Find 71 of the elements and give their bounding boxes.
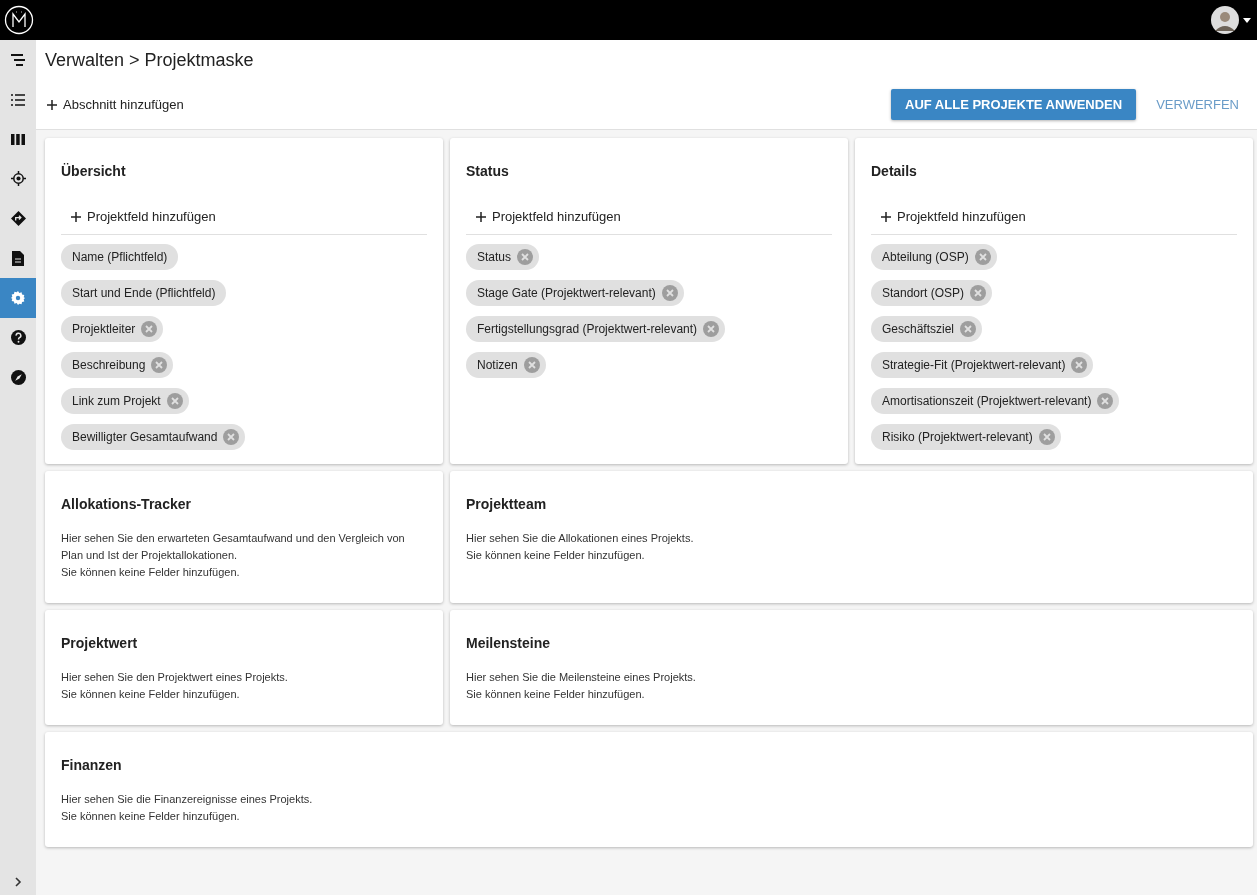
logo-icon[interactable]	[4, 5, 34, 35]
remove-icon[interactable]	[166, 393, 183, 409]
remove-icon[interactable]	[970, 285, 987, 301]
remove-icon[interactable]	[151, 357, 168, 373]
plus-icon	[476, 211, 486, 222]
remove-icon[interactable]	[141, 321, 158, 337]
chip-label: Standort (OSP)	[882, 286, 965, 300]
chevron-right-icon[interactable]	[14, 877, 22, 887]
section-description: Hier sehen Sie den erwarteten Gesamtaufwand und den Vergleich von Plan und Ist der Projektallokationen.	[61, 531, 406, 563]
section-description: Sie können keine Felder hinzufügen.	[466, 548, 646, 563]
avatar-icon[interactable]	[1211, 6, 1239, 34]
chip-label: Strategie-Fit (Projektwert-relevant)	[882, 358, 1066, 372]
settings-icon	[11, 290, 25, 305]
page-title: Verwalten > Projektmaske	[45, 49, 255, 72]
section-title: Projektteam	[466, 495, 548, 514]
list-icon	[11, 93, 25, 106]
plus-icon	[71, 211, 81, 222]
remove-icon[interactable]	[223, 429, 240, 445]
section-description: Hier sehen Sie die Meilensteine eines Projekts.	[466, 670, 697, 685]
section-title: Status	[466, 162, 510, 181]
compass-icon	[10, 369, 26, 385]
remove-icon[interactable]	[703, 321, 720, 337]
remove-icon[interactable]	[1071, 357, 1088, 373]
add-field-button[interactable]: Projektfeld hinzufügen	[871, 197, 1237, 235]
chip-label: Stage Gate (Projektwert-relevant)	[477, 286, 656, 300]
add-field-button[interactable]: Projektfeld hinzufügen	[61, 197, 427, 235]
chip-label: Amortisationszeit (Projektwert-relevant)	[882, 394, 1092, 408]
chip-label: Beschreibung	[72, 358, 146, 372]
section-description: Hier sehen Sie die Allokationen eines Projekts.	[466, 531, 695, 546]
section-title: Übersicht	[61, 162, 127, 181]
chip-label: Fertigstellungsgrad (Projektwert-relevant)	[477, 322, 698, 336]
caret-icon[interactable]	[1243, 17, 1251, 23]
chip-label: Risiko (Projektwert-relevant)	[882, 430, 1033, 444]
add-field-button[interactable]: Projektfeld hinzufügen	[466, 197, 832, 235]
target-icon	[10, 171, 26, 187]
remove-icon[interactable]	[960, 321, 977, 337]
chip-label: Abteilung (OSP)	[882, 250, 969, 264]
remove-icon[interactable]	[517, 249, 534, 265]
remove-icon[interactable]	[661, 285, 678, 301]
chip-label: Link zum Projekt	[72, 394, 161, 408]
document-icon	[12, 250, 24, 266]
remove-icon[interactable]	[1038, 429, 1055, 445]
help-icon	[10, 330, 26, 346]
section-title: Finanzen	[61, 756, 123, 775]
section-description: Sie können keine Felder hinzufügen.	[466, 687, 646, 702]
menu-icon	[11, 53, 25, 66]
section-description: Sie können keine Felder hinzufügen.	[61, 565, 241, 580]
chip-label: Bewilligter Gesamtaufwand	[72, 430, 218, 444]
section-description: Hier sehen Sie die Finanzereignisse eines Projekts.	[61, 792, 314, 807]
remove-icon[interactable]	[523, 357, 540, 373]
section-title: Meilensteine	[466, 634, 552, 653]
section-description: Sie können keine Felder hinzufügen.	[61, 809, 241, 824]
chip-label: Notizen	[477, 358, 518, 372]
columns-icon	[11, 133, 25, 145]
section-title: Details	[871, 162, 918, 181]
remove-icon[interactable]	[1097, 393, 1114, 409]
plus-icon	[47, 99, 57, 110]
chip-label: Start und Ende (Pflichtfeld)	[72, 286, 216, 300]
chip-label: Geschäftsziel	[882, 322, 955, 336]
remove-icon[interactable]	[974, 249, 991, 265]
section-description: Hier sehen Sie den Projektwert eines Projekts.	[61, 670, 289, 685]
direction-sign-icon	[10, 211, 26, 227]
section-description: Sie können keine Felder hinzufügen.	[61, 687, 241, 702]
add-section-button[interactable]: Abschnitt hinzufügen	[45, 93, 184, 116]
plus-icon	[881, 211, 891, 222]
chip-label: Name (Pflichtfeld)	[72, 250, 168, 264]
apply-button[interactable]: AUF ALLE PROJEKTE ANWENDEN	[891, 89, 1137, 120]
chip-label: Projektleiter	[72, 322, 136, 336]
chip-label: Status	[477, 250, 512, 264]
section-title: Allokations-Tracker	[61, 495, 192, 514]
section-title: Projektwert	[61, 634, 139, 653]
